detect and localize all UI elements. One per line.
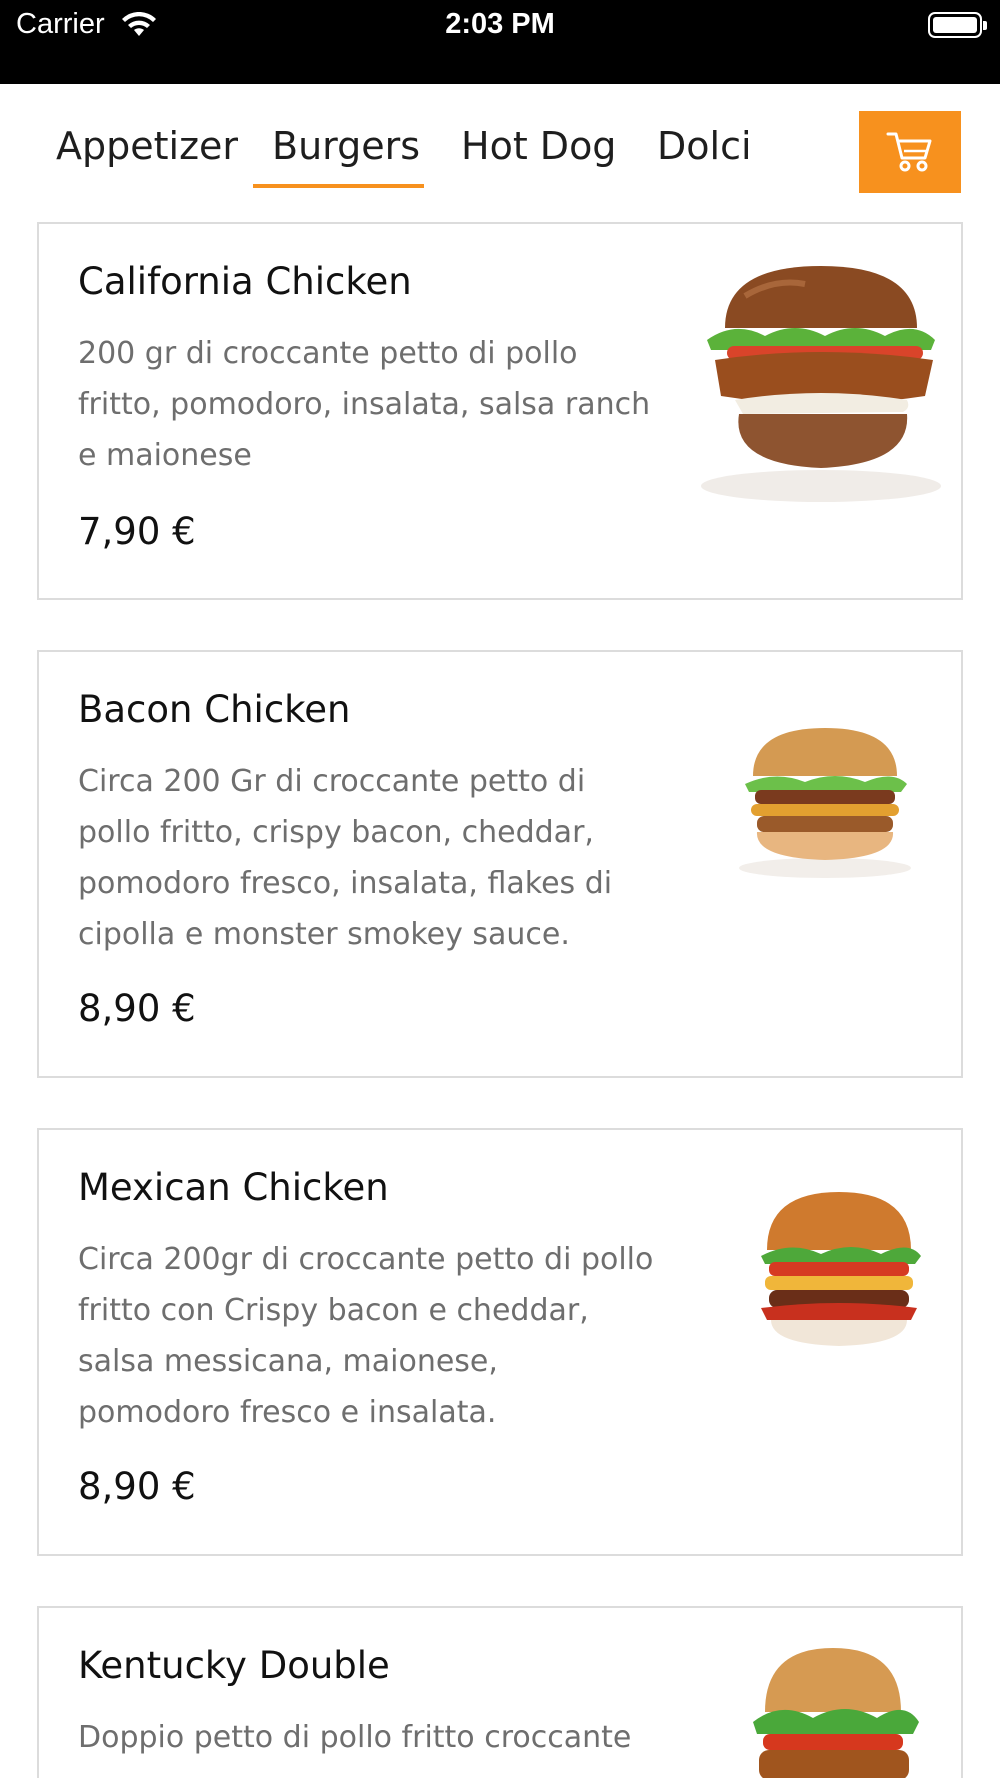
tab-dolci[interactable]: Dolci [657,124,752,168]
product-name: Mexican Chicken [78,1166,389,1209]
product-description: Circa 200 Gr di croccante petto di pollo… [78,764,613,952]
product-card[interactable]: California Chicken 200 gr di croccante p… [37,222,963,600]
product-price: 8,90 € [78,987,196,1030]
product-price: 7,90 € [78,510,196,553]
product-description: Circa 200gr di croccante petto di pollo … [78,1242,654,1430]
product-card[interactable]: Kentucky Double Doppio petto di pollo fr… [37,1606,963,1778]
product-description: Doppio petto di pollo fritto croccante [78,1720,632,1755]
product-name: California Chicken [78,260,412,303]
status-time: 2:03 PM [445,8,555,40]
tab-hot-dog[interactable]: Hot Dog [461,124,616,168]
status-bar: Carrier 2:03 PM [0,0,1000,84]
product-name: Bacon Chicken [78,688,351,731]
cart-button[interactable] [859,111,961,193]
tab-burgers[interactable]: Burgers [272,124,420,168]
selected-tab-indicator [253,184,424,188]
battery-icon [928,12,987,38]
category-tabs: Appetizer Burgers Hot Dog Dolci [0,84,1000,208]
burger-image [701,266,941,502]
burger-image [761,1192,921,1346]
product-price: 8,90 € [78,1465,196,1508]
product-card[interactable]: Mexican Chicken Circa 200gr di croccante… [37,1128,963,1556]
product-description: 200 gr di croccante petto di pollo fritt… [78,336,651,473]
cart-icon [886,132,932,172]
product-card[interactable]: Bacon Chicken Circa 200 Gr di croccante … [37,650,963,1078]
product-name: Kentucky Double [78,1644,390,1687]
burger-image [753,1648,919,1778]
tab-appetizer[interactable]: Appetizer [56,124,238,168]
burger-image [739,728,911,878]
